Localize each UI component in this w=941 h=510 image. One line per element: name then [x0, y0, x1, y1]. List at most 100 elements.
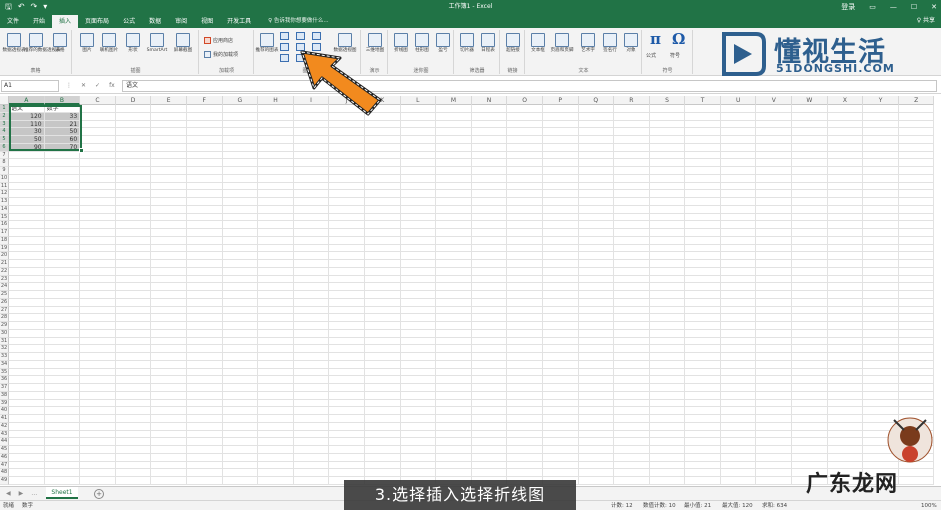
- cell-f30[interactable]: [186, 329, 223, 338]
- cell-h44[interactable]: [258, 438, 294, 446]
- cell-f13[interactable]: [186, 198, 223, 206]
- cell-q20[interactable]: [578, 252, 615, 260]
- cell-w17[interactable]: [792, 229, 828, 237]
- cell-d36[interactable]: [115, 376, 152, 384]
- cell-w39[interactable]: [792, 399, 828, 408]
- cell-o28[interactable]: [507, 314, 543, 322]
- cell-m43[interactable]: [436, 430, 472, 439]
- cell-n1[interactable]: [471, 105, 508, 113]
- cell-s5[interactable]: [649, 136, 686, 144]
- cell-m27[interactable]: [436, 306, 472, 315]
- cell-o32[interactable]: [507, 345, 543, 353]
- cell-f8[interactable]: [186, 159, 223, 167]
- cell-u6[interactable]: [720, 143, 757, 152]
- cell-a35[interactable]: [9, 368, 45, 377]
- cell-b41[interactable]: [44, 415, 81, 423]
- cell-v40[interactable]: [756, 407, 793, 415]
- cell-l8[interactable]: [400, 159, 437, 167]
- cell-x29[interactable]: [827, 322, 864, 330]
- cell-a48[interactable]: [9, 469, 45, 477]
- cell-r48[interactable]: [614, 469, 650, 477]
- cell-b15[interactable]: [44, 213, 81, 222]
- cell-g1[interactable]: [222, 105, 259, 113]
- column-header-u[interactable]: U: [721, 96, 757, 105]
- cell-k43[interactable]: [364, 430, 401, 439]
- cell-m24[interactable]: [436, 283, 472, 291]
- cell-f27[interactable]: [186, 306, 223, 315]
- cell-a28[interactable]: [9, 314, 45, 322]
- cell-t7[interactable]: [685, 151, 721, 160]
- cell-g34[interactable]: [222, 360, 259, 369]
- cell-f10[interactable]: [186, 174, 223, 183]
- cell-i19[interactable]: [293, 244, 330, 253]
- symbol-icon[interactable]: Ω: [672, 30, 685, 48]
- cell-z6[interactable]: [898, 143, 935, 152]
- cell-k31[interactable]: [364, 337, 401, 346]
- row-header[interactable]: 5: [0, 136, 9, 144]
- cell-z24[interactable]: [898, 283, 935, 291]
- cell-i8[interactable]: [293, 159, 330, 167]
- cell-z22[interactable]: [898, 267, 935, 276]
- cell-j26[interactable]: [329, 298, 365, 307]
- cell-s41[interactable]: [649, 415, 686, 423]
- cell-z8[interactable]: [898, 159, 935, 167]
- cell-b13[interactable]: [44, 198, 81, 206]
- cell-e25[interactable]: [151, 291, 187, 299]
- cell-o39[interactable]: [507, 399, 543, 408]
- cell-p47[interactable]: [542, 461, 579, 470]
- cell-i42[interactable]: [293, 422, 330, 431]
- cell-k37[interactable]: [364, 384, 401, 392]
- line-chart-icon[interactable]: [280, 43, 289, 51]
- cell-o26[interactable]: [507, 298, 543, 307]
- cell-d21[interactable]: [115, 260, 152, 268]
- cell-d5[interactable]: [115, 136, 152, 144]
- row-header[interactable]: 38: [0, 391, 9, 400]
- cell-u41[interactable]: [720, 415, 757, 423]
- cell-t8[interactable]: [685, 159, 721, 167]
- cell-a1[interactable]: 语文: [9, 105, 45, 113]
- cell-f42[interactable]: [186, 422, 223, 431]
- cell-z31[interactable]: [898, 337, 935, 346]
- cell-v18[interactable]: [756, 236, 793, 245]
- cell-e24[interactable]: [151, 283, 187, 291]
- cell-p30[interactable]: [542, 329, 579, 338]
- cell-e42[interactable]: [151, 422, 187, 431]
- cell-x21[interactable]: [827, 260, 864, 268]
- cell-l9[interactable]: [400, 167, 437, 175]
- row-header[interactable]: 26: [0, 298, 9, 307]
- cell-b28[interactable]: [44, 314, 81, 322]
- cell-y32[interactable]: [863, 345, 899, 353]
- cell-y13[interactable]: [863, 198, 899, 206]
- cell-v12[interactable]: [756, 190, 793, 198]
- cell-r45[interactable]: [614, 446, 650, 454]
- cell-e43[interactable]: [151, 430, 187, 439]
- cell-p39[interactable]: [542, 399, 579, 408]
- column-header-q[interactable]: Q: [579, 96, 615, 105]
- cell-c30[interactable]: [80, 329, 116, 338]
- cell-m22[interactable]: [436, 267, 472, 276]
- cell-m30[interactable]: [436, 329, 472, 338]
- cell-o36[interactable]: [507, 376, 543, 384]
- pivot-table-button[interactable]: 数据透视表: [2, 33, 26, 54]
- column-header-b[interactable]: B: [44, 96, 81, 105]
- cell-f32[interactable]: [186, 345, 223, 353]
- cell-g38[interactable]: [222, 391, 259, 400]
- cell-p45[interactable]: [542, 446, 579, 454]
- cell-f16[interactable]: [186, 221, 223, 229]
- cell-a8[interactable]: [9, 159, 45, 167]
- cell-f48[interactable]: [186, 469, 223, 477]
- cell-m26[interactable]: [436, 298, 472, 307]
- row-header[interactable]: 16: [0, 221, 9, 229]
- cell-y22[interactable]: [863, 267, 899, 276]
- cell-a18[interactable]: [9, 236, 45, 245]
- cell-l26[interactable]: [400, 298, 437, 307]
- cell-u35[interactable]: [720, 368, 757, 377]
- cell-d22[interactable]: [115, 267, 152, 276]
- cell-f15[interactable]: [186, 213, 223, 222]
- cell-o20[interactable]: [507, 252, 543, 260]
- cell-o6[interactable]: [507, 143, 543, 152]
- cell-l1[interactable]: [400, 105, 437, 113]
- cell-o44[interactable]: [507, 438, 543, 446]
- cell-q5[interactable]: [578, 136, 615, 144]
- cell-e36[interactable]: [151, 376, 187, 384]
